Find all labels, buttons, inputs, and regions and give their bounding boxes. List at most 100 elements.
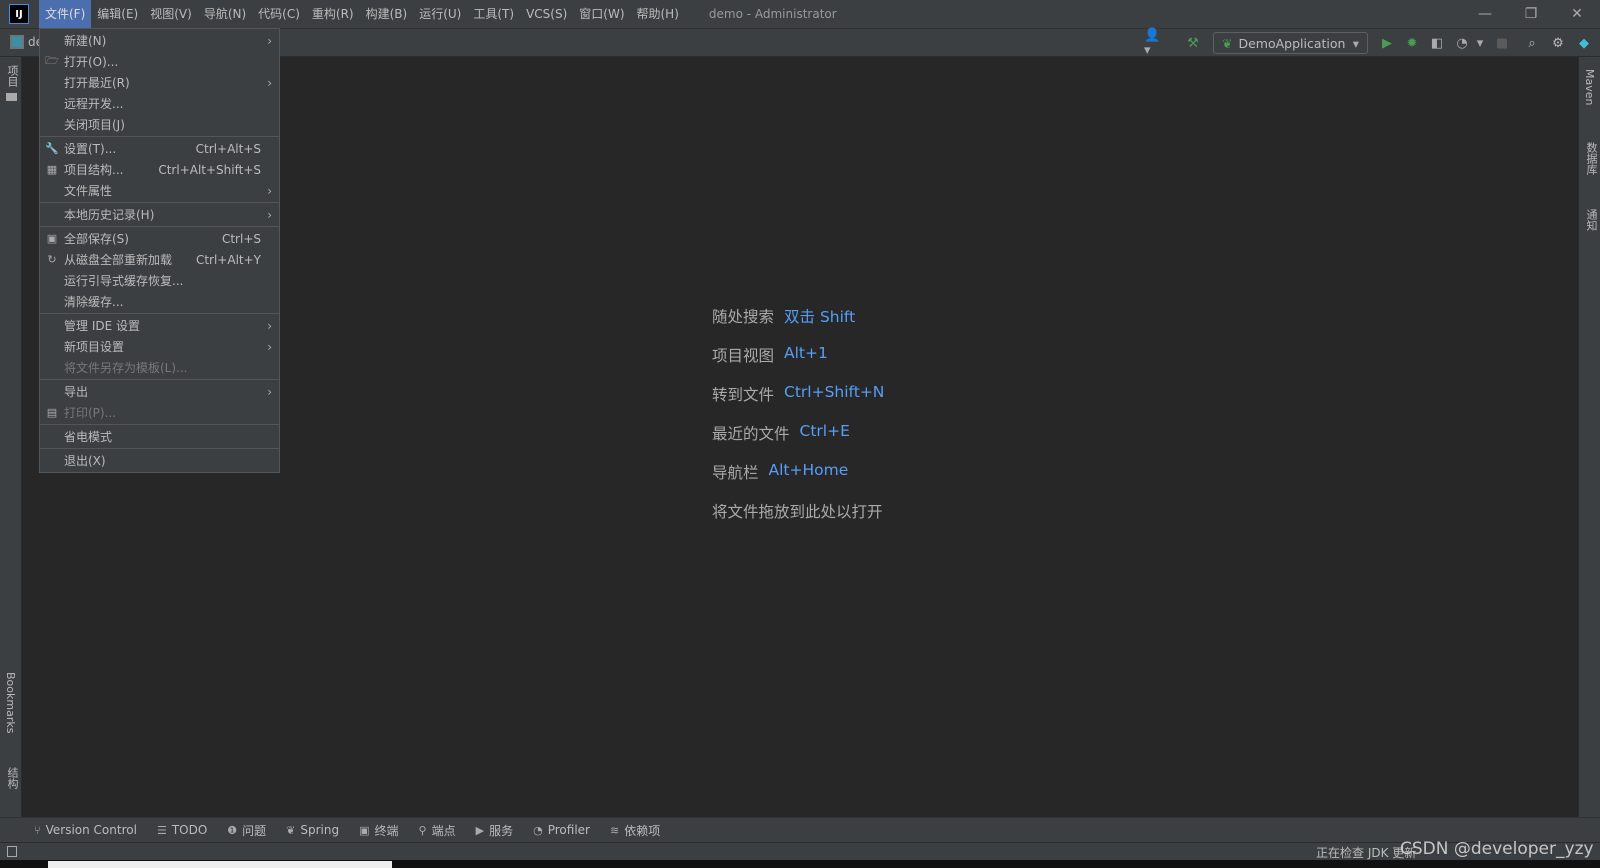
- file-menu-item[interactable]: ↻ 从磁盘全部重新加载 Ctrl+Alt+Y: [40, 249, 279, 270]
- menu-item-label: 本地历史记录(H): [64, 208, 155, 222]
- file-menu-item[interactable]: 退出(X): [40, 450, 279, 471]
- gear-icon[interactable]: ⚙: [1548, 34, 1568, 52]
- coverage-icon[interactable]: ◧: [1427, 34, 1447, 52]
- taskbar-item[interactable]: [48, 861, 392, 868]
- wrench-icon: 🔧: [45, 142, 59, 155]
- more-run-chevron-icon[interactable]: ▾: [1470, 34, 1490, 52]
- file-menu-item[interactable]: 远程开发...: [40, 93, 279, 114]
- file-menu-item[interactable]: 将文件另存为模板(L)...: [40, 357, 279, 378]
- menu-0[interactable]: 文件(F): [39, 0, 92, 28]
- menu-1[interactable]: 编辑(E): [91, 0, 144, 28]
- search-icon[interactable]: ⌕: [1522, 34, 1542, 52]
- user-account-icon[interactable]: 👤▾: [1144, 28, 1164, 58]
- window-title: demo - Administrator: [708, 7, 837, 21]
- file-menu-item[interactable]: ▣ 全部保存(S) Ctrl+S: [40, 228, 279, 249]
- tool-label: 终端: [374, 823, 399, 838]
- file-menu-item[interactable]: 🔧 设置(T)... Ctrl+Alt+S: [40, 138, 279, 159]
- file-menu-item[interactable]: 本地历史记录(H) ›: [40, 204, 279, 225]
- menu-8[interactable]: 工具(T): [467, 0, 520, 28]
- menu-separator: [40, 313, 279, 314]
- close-button[interactable]: ✕: [1554, 0, 1600, 28]
- chevron-right-icon: ›: [267, 384, 272, 399]
- menu-9[interactable]: VCS(S): [520, 0, 573, 28]
- maven-tool-tab[interactable]: Maven: [1583, 69, 1596, 105]
- file-menu-item[interactable]: 导出 ›: [40, 381, 279, 402]
- file-menu-item[interactable]: 省电模式: [40, 426, 279, 447]
- file-menu-item[interactable]: 管理 IDE 设置 ›: [40, 315, 279, 336]
- menu-item-label: 远程开发...: [64, 97, 124, 111]
- file-menu-item[interactable]: 关闭项目(J): [40, 114, 279, 135]
- menu-4[interactable]: 代码(C): [252, 0, 306, 28]
- file-menu-item[interactable]: ▤ 打印(P)...: [40, 402, 279, 423]
- debug-icon[interactable]: ✹: [1402, 34, 1422, 52]
- file-menu-item[interactable]: 新建(N) ›: [40, 30, 279, 51]
- code-with-me-icon[interactable]: ◆: [1574, 34, 1594, 52]
- menu-5[interactable]: 重构(R): [306, 0, 360, 28]
- tool-icon: ⚲: [418, 823, 427, 837]
- menu-7[interactable]: 运行(U): [413, 0, 467, 28]
- restore-button[interactable]: ❐: [1508, 0, 1554, 28]
- status-bar: 正在检查 JDK 更新 CSDN @developer_yzy: [0, 839, 1600, 860]
- menu-separator: [40, 136, 279, 137]
- hint-shortcut: Alt+Home: [768, 461, 849, 479]
- menu-separator: [40, 424, 279, 425]
- watermark: CSDN @developer_yzy: [1400, 839, 1594, 859]
- chevron-right-icon: ›: [267, 75, 272, 90]
- toggle-tool-windows-icon[interactable]: [7, 846, 17, 857]
- tool-icon: ▣: [359, 823, 370, 837]
- stop-icon[interactable]: ■: [1492, 34, 1512, 52]
- menu-item-label: 项目结构...: [64, 163, 124, 177]
- project-tool-tab[interactable]: 项目: [4, 65, 20, 87]
- file-menu-dropdown: 新建(N) › 🗁 打开(O)... 打开最近(R) › 远程开发... 关闭项目(J) 🔧 设置…: [39, 28, 280, 473]
- save-icon: ▣: [46, 232, 58, 245]
- bottom-tool-6[interactable]: ▶ 服务: [476, 822, 513, 839]
- file-menu-item[interactable]: 运行引导式缓存恢复...: [40, 270, 279, 291]
- database-tool-tab[interactable]: 数据库: [1583, 142, 1599, 175]
- menu-3[interactable]: 导航(N): [198, 0, 252, 28]
- bottom-tool-1[interactable]: ☰ TODO: [157, 823, 207, 837]
- menu-item-label: 全部保存(S): [64, 232, 129, 246]
- menu-item-label: 从磁盘全部重新加载: [64, 253, 173, 267]
- structure-tool-tab[interactable]: 结构: [4, 767, 20, 789]
- profile-icon[interactable]: ◔: [1452, 34, 1472, 52]
- run-icon[interactable]: ▶: [1377, 34, 1397, 52]
- tool-icon: ❶: [227, 823, 238, 837]
- file-menu-item[interactable]: 文件属性 ›: [40, 180, 279, 201]
- menu-6[interactable]: 构建(B): [360, 0, 414, 28]
- bottom-tool-8[interactable]: ≋ 依赖项: [610, 822, 660, 839]
- menu-item-label: 设置(T)...: [64, 142, 117, 156]
- build-hammer-icon[interactable]: ⚒: [1183, 34, 1203, 52]
- run-config-dropdown[interactable]: ❦ DemoApplication ▾: [1213, 32, 1368, 54]
- bottom-tool-5[interactable]: ⚲ 端点: [419, 822, 456, 839]
- file-menu-item[interactable]: 打开最近(R) ›: [40, 72, 279, 93]
- bottom-tool-7[interactable]: ◔ Profiler: [533, 823, 590, 837]
- file-menu-item[interactable]: 🗁 打开(O)...: [40, 51, 279, 72]
- tool-label: 端点: [431, 823, 456, 838]
- file-menu-item[interactable]: 清除缓存...: [40, 291, 279, 312]
- project-window-icon: [10, 35, 24, 49]
- menu-11[interactable]: 帮助(H): [631, 0, 685, 28]
- menu-separator: [40, 379, 279, 380]
- tool-icon: ≋: [609, 823, 620, 837]
- bottom-tool-2[interactable]: ❶ 问题: [227, 822, 266, 839]
- minimize-button[interactable]: —: [1462, 0, 1508, 28]
- folder-icon: [6, 93, 17, 101]
- hint-row: 将文件拖放到此处以打开: [712, 500, 883, 522]
- menu-item-label: 退出(X): [64, 454, 106, 468]
- bottom-tool-0[interactable]: ⑂ Version Control: [34, 823, 137, 837]
- file-menu-item[interactable]: 新项目设置 ›: [40, 336, 279, 357]
- bookmarks-tool-tab[interactable]: Bookmarks: [4, 672, 17, 733]
- bottom-tool-3[interactable]: ❦ Spring: [286, 823, 339, 837]
- bottom-tool-4[interactable]: ▣ 终端: [359, 822, 398, 839]
- menu-item-shortcut: Ctrl+Alt+S: [195, 141, 261, 156]
- reload-icon: ↻: [47, 253, 57, 266]
- tool-label: Profiler: [547, 823, 590, 837]
- chevron-right-icon: ›: [267, 339, 272, 354]
- menu-2[interactable]: 视图(V): [144, 0, 198, 28]
- notifications-tool-tab[interactable]: 通知: [1583, 209, 1599, 231]
- menu-10[interactable]: 窗口(W): [573, 0, 630, 28]
- file-menu-item[interactable]: ▦ 项目结构... Ctrl+Alt+Shift+S: [40, 159, 279, 180]
- tool-icon: ⑂: [34, 823, 41, 837]
- tool-label: 依赖项: [624, 823, 661, 838]
- chevron-right-icon: ›: [267, 183, 272, 198]
